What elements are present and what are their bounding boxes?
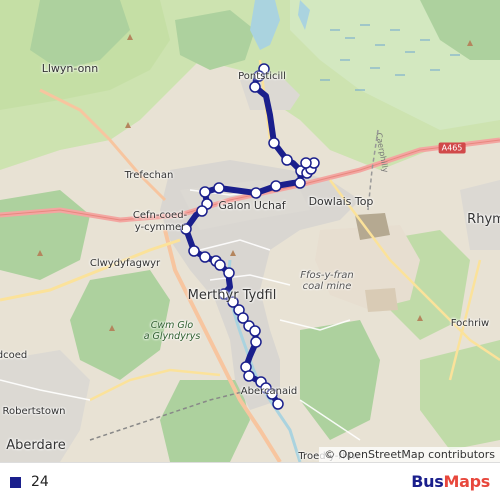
brand-bus: Bus: [411, 472, 444, 491]
bus-stop-marker[interactable]: [272, 398, 284, 410]
place-label-clwydyfagwyr: Clwydyfagwyr: [89, 258, 161, 269]
place-label-dowlais-top: Dowlais Top: [308, 195, 374, 208]
bus-stop-marker[interactable]: [250, 336, 262, 348]
bus-stop-marker[interactable]: [223, 267, 235, 279]
bus-stop-marker[interactable]: [199, 186, 211, 198]
bus-stop-marker[interactable]: [243, 370, 255, 382]
route-24-line: [183, 66, 317, 407]
bus-stop-marker[interactable]: [249, 325, 261, 337]
place-label-pontsticill: Pontsticill: [238, 71, 286, 82]
place-label-galon-uchaf: Galon Uchaf: [218, 199, 286, 212]
place-label-abercanaid: Abercanaid: [240, 386, 298, 397]
road-shield-a465: A465: [438, 142, 466, 154]
bus-stop-marker[interactable]: [188, 245, 200, 257]
place-label-trefechan: Trefechan: [124, 170, 174, 181]
route-color-swatch: [10, 477, 21, 488]
place-label-merthyr-tydfil: Merthyr Tydfil: [187, 288, 277, 303]
bus-stop-marker[interactable]: [294, 177, 306, 189]
place-label-fochriw: Fochriw: [450, 318, 490, 329]
route-label: 24: [31, 474, 49, 490]
legend-bar: 24 BusMaps: [0, 462, 500, 501]
bus-stop-marker[interactable]: [199, 251, 211, 263]
brand-maps: Maps: [443, 472, 491, 491]
bus-stop-marker[interactable]: [270, 180, 282, 192]
bus-stop-marker[interactable]: [281, 154, 293, 166]
map-attribution[interactable]: © OpenStreetMap contributors: [319, 447, 500, 462]
bus-stop-marker[interactable]: [300, 157, 312, 169]
place-label-rhymney: Rhym: [467, 212, 500, 227]
bus-stop-marker[interactable]: [268, 137, 280, 149]
bus-stop-marker[interactable]: [250, 187, 262, 199]
bus-stop-marker[interactable]: [196, 205, 208, 217]
place-label-cefn-coed: Cefn-coed- y-cymmer: [132, 210, 188, 233]
place-label-ffos-y-fran: Ffos-y-fran coal mine: [300, 270, 354, 292]
place-label-robertstown: Robertstown: [2, 406, 66, 417]
place-label-llwyn-onn: Llwyn-onn: [41, 62, 99, 75]
bus-stop-marker[interactable]: [249, 81, 261, 93]
place-label-aberdare: Aberdare: [6, 438, 66, 453]
bus-stop-marker[interactable]: [214, 259, 226, 271]
place-label-llwydcoed: dcoed: [0, 350, 28, 361]
busmaps-logo[interactable]: BusMaps: [411, 472, 490, 491]
map-canvas[interactable]: Llwyn-onn Pontsticill Trefechan Cefn-coe…: [0, 0, 500, 462]
bus-stop-marker[interactable]: [213, 182, 225, 194]
place-label-cwm-glo: Cwm Glo a Glyndyrys: [143, 320, 201, 342]
